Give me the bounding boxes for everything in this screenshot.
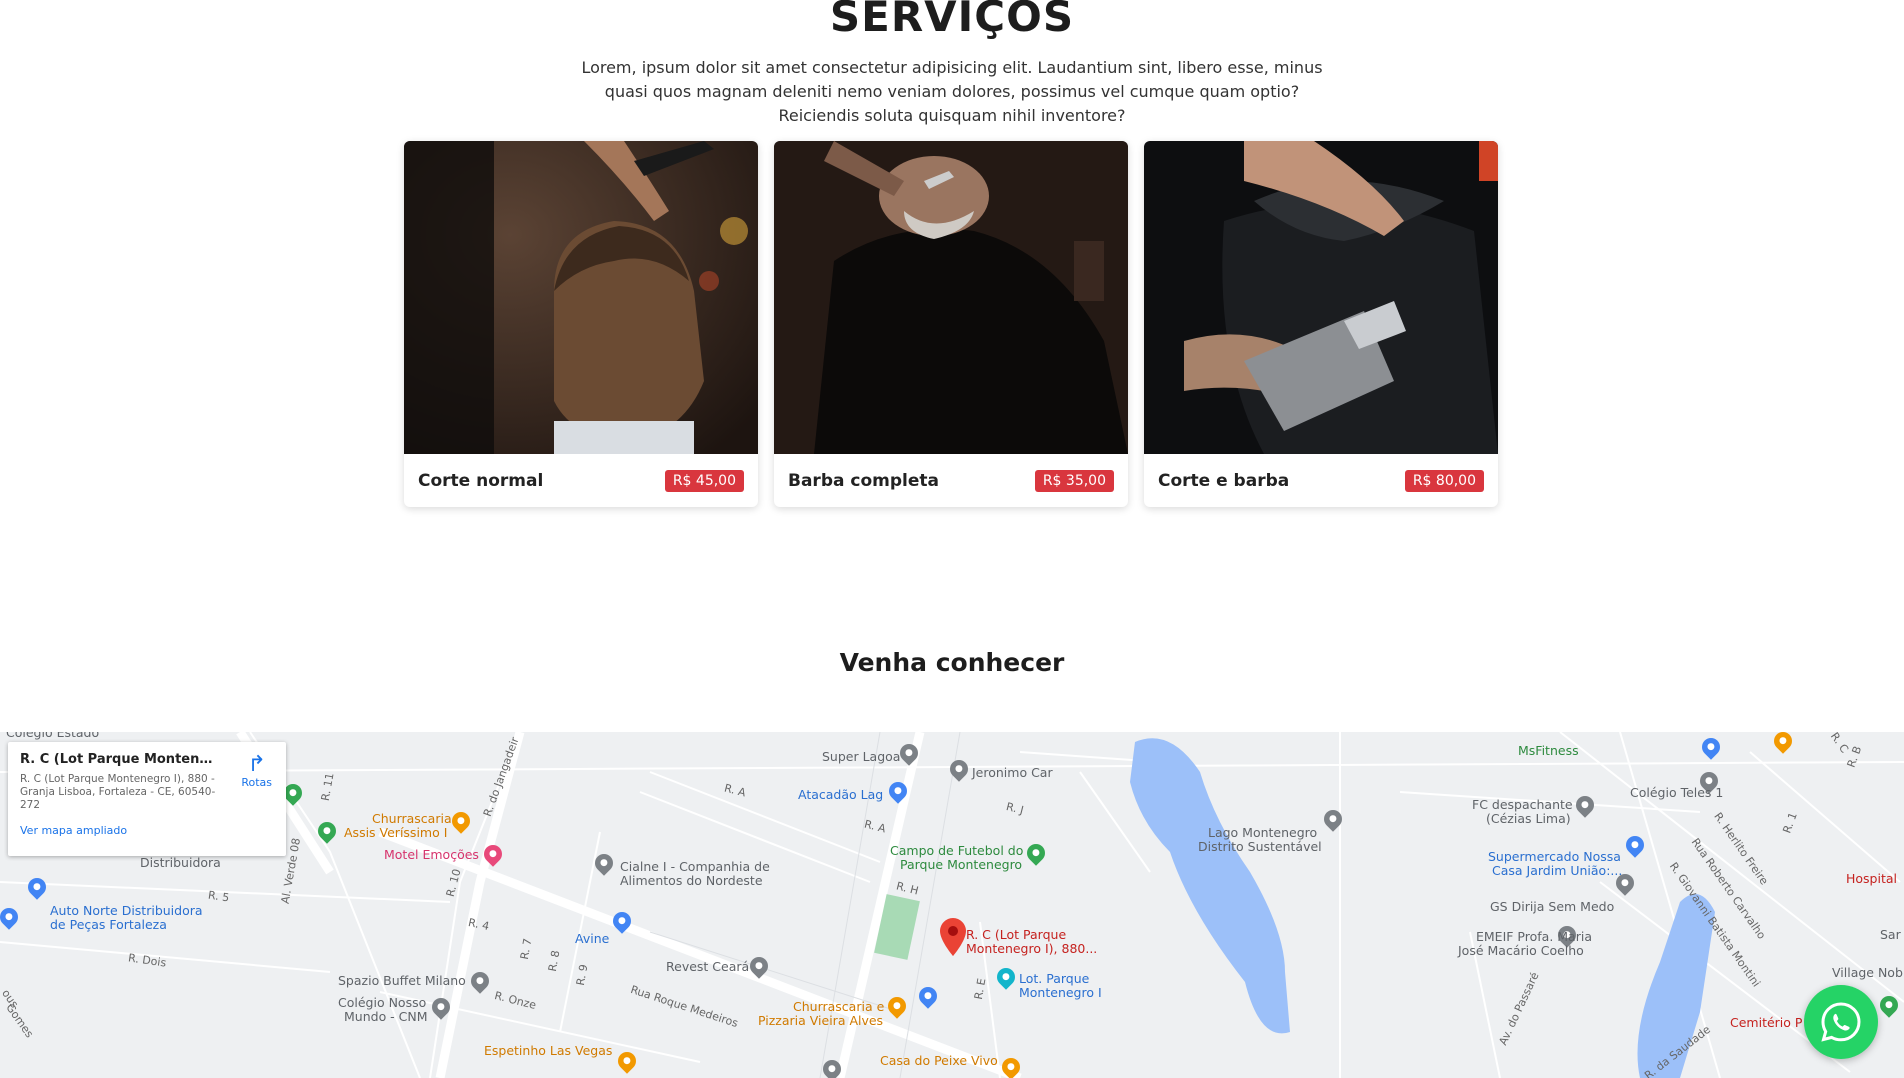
map-label: Village Nob	[1832, 965, 1903, 980]
map-label: Distribuidora	[140, 855, 221, 870]
service-cards: Corte normal R$ 45,00 Barba completa R$ …	[404, 141, 1499, 507]
larger-map-link[interactable]: Ver mapa ampliado	[20, 824, 274, 837]
map-label: Colégio Estado	[6, 732, 100, 740]
embedded-map[interactable]: ● ● ● ● ● ● ● ● ● ● ● ● ● ● ● ● ● ● ● ● …	[0, 732, 1904, 1078]
service-card-barba-completa[interactable]: Barba completa R$ 35,00	[774, 141, 1128, 507]
map-label: (Cézias Lima)	[1486, 811, 1571, 826]
map-label: Montenegro I), 880...	[966, 941, 1098, 956]
map-label: Alimentos do Nordeste	[620, 873, 763, 888]
service-card-corte-normal[interactable]: Corte normal R$ 45,00	[404, 141, 758, 507]
map-place-address: R. C (Lot Parque Montenegro I), 880 - Gr…	[20, 773, 216, 811]
map-label: Atacadão Lag	[798, 787, 884, 802]
map-label: EMEIF Profa. Maria	[1476, 929, 1592, 944]
map-label: FC despachante	[1472, 797, 1573, 812]
map-info-card: R. C (Lot Parque Montenegro I... R. C (L…	[8, 742, 286, 856]
map-label: Motel Emoções	[384, 847, 479, 862]
location-pin-icon[interactable]	[940, 918, 966, 960]
map-label: Cemitério P	[1730, 1015, 1803, 1030]
service-name: Barba completa	[788, 470, 939, 491]
map-label: Mundo - CNM	[344, 1009, 428, 1024]
map-label: Cialne I - Companhia de	[620, 859, 770, 874]
map-label: MsFitness	[1518, 743, 1579, 758]
map-label: Casa do Peixe Vivo	[880, 1053, 998, 1068]
map-label: José Macário Coelho	[1458, 943, 1584, 958]
map-label: de Peças Fortaleza	[50, 917, 167, 932]
map-label: Casa Jardim União:...	[1492, 863, 1623, 878]
map-label: GS Dirija Sem Medo	[1490, 899, 1615, 914]
service-image-clipper	[1144, 141, 1498, 454]
map-place-title: R. C (Lot Parque Montenegro I...	[20, 752, 220, 767]
map-label: Campo de Futebol do	[890, 843, 1024, 858]
street-label: R. 5	[207, 888, 231, 905]
map-label: R. C (Lot Parque	[966, 927, 1067, 942]
price-badge: R$ 45,00	[664, 469, 744, 492]
map-label: Hospital	[1846, 871, 1898, 886]
map-label: Churrascaria e	[793, 999, 885, 1014]
map-label: Assis Veríssimo I	[344, 825, 448, 840]
map-label: Lago Montenegro	[1208, 825, 1318, 840]
directions-button[interactable]: ↱ Rotas	[241, 752, 272, 790]
service-card-corte-e-barba[interactable]: Corte e barba R$ 80,00	[1144, 141, 1498, 507]
map-label: Supermercado Nossa	[1488, 849, 1621, 864]
map-label: Sar	[1880, 927, 1901, 942]
directions-label: Rotas	[241, 776, 272, 789]
map-label: Churrascaria	[372, 811, 452, 826]
price-badge: R$ 35,00	[1034, 469, 1114, 492]
map-label: Auto Norte Distribuidora	[50, 903, 203, 918]
map-label: Spazio Buffet Milano	[338, 973, 466, 988]
whatsapp-icon	[1821, 1002, 1861, 1042]
map-label: Super Lagoa	[822, 749, 901, 764]
service-name: Corte normal	[418, 470, 544, 491]
visit-title: Venha conhecer	[839, 648, 1065, 677]
directions-icon: ↱	[247, 752, 266, 777]
map-label: Avine	[575, 931, 610, 946]
whatsapp-button[interactable]	[1804, 985, 1878, 1059]
map-label: Distrito Sustentável	[1198, 839, 1322, 854]
map-label: Espetinho Las Vegas	[484, 1043, 613, 1058]
service-name: Corte e barba	[1158, 470, 1290, 491]
map-label: Revest Ceará	[666, 959, 750, 974]
services-title: SERVIÇOS	[829, 0, 1075, 41]
map-label: Jeronimo Car	[972, 765, 1053, 780]
map-label: Parque Montenegro	[900, 857, 1023, 872]
map-label: Lot. Parque	[1019, 971, 1090, 986]
map-label: Colégio Nosso	[338, 995, 427, 1010]
map-label: Montenegro I	[1019, 985, 1102, 1000]
service-image-beard	[774, 141, 1128, 454]
services-description: Lorem, ipsum dolor sit amet consectetur …	[581, 58, 1323, 125]
map-label: Pizzaria Vieira Alves	[758, 1013, 884, 1028]
service-image-haircut	[404, 141, 758, 454]
map-label: Colégio Teles 1	[1630, 785, 1724, 800]
price-badge: R$ 80,00	[1404, 469, 1484, 492]
